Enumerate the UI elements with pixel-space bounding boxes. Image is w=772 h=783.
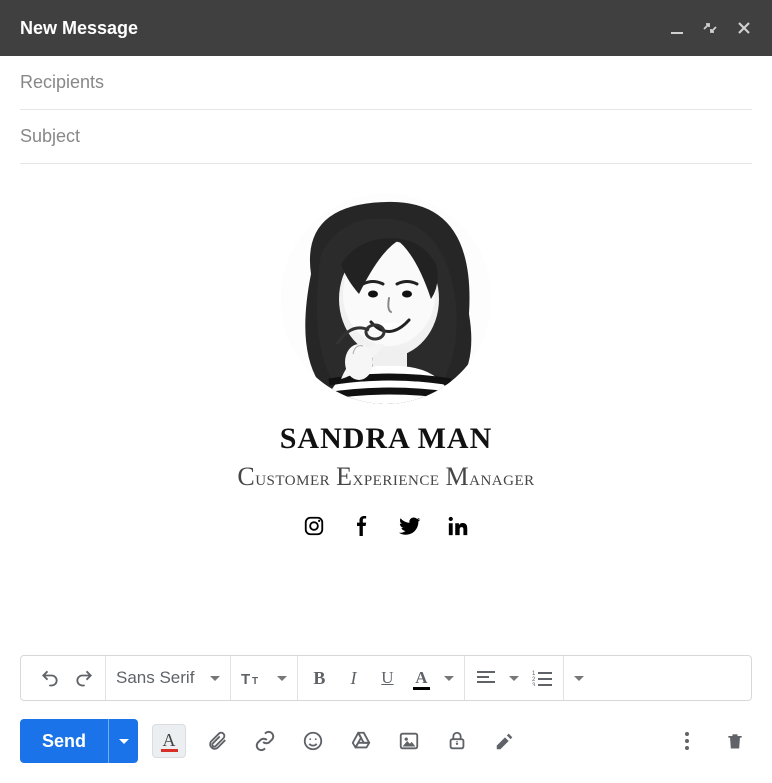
more-format-caret[interactable]	[574, 676, 584, 681]
signature-social-row	[20, 514, 752, 538]
linkedin-icon[interactable]	[446, 514, 470, 538]
recipients-field[interactable]: Recipients	[20, 56, 752, 110]
compose-body[interactable]: SANDRA MAN Customer Experience Manager	[0, 164, 772, 548]
subject-field[interactable]: Subject	[20, 110, 752, 164]
undo-button[interactable]	[39, 663, 61, 693]
signature-name: SANDRA MAN	[20, 422, 752, 456]
bold-button[interactable]: B	[308, 663, 330, 693]
align-button[interactable]	[475, 663, 497, 693]
header-controls	[670, 20, 752, 36]
insert-photo-button[interactable]	[392, 724, 426, 758]
compose-fields: Recipients Subject	[0, 56, 772, 164]
instagram-icon[interactable]	[302, 514, 326, 538]
insert-signature-button[interactable]	[488, 724, 522, 758]
svg-text:3: 3	[532, 683, 536, 686]
send-row: Send A	[20, 719, 752, 763]
attach-file-button[interactable]	[200, 724, 234, 758]
header-title: New Message	[20, 18, 138, 39]
font-size-button[interactable]: TT	[241, 663, 265, 693]
bottom-area: Sans Serif TT B I U A 123	[0, 655, 772, 783]
send-button-label[interactable]: Send	[20, 719, 108, 763]
restore-button[interactable]	[702, 20, 718, 36]
formatting-toggle-button[interactable]: A	[152, 724, 186, 758]
insert-emoji-button[interactable]	[296, 724, 330, 758]
font-select-caret[interactable]	[210, 676, 220, 681]
redo-button[interactable]	[73, 663, 95, 693]
confidential-mode-button[interactable]	[440, 724, 474, 758]
facebook-icon[interactable]	[350, 514, 374, 538]
text-color-button[interactable]: A	[410, 663, 432, 693]
insert-drive-button[interactable]	[344, 724, 378, 758]
list-button[interactable]: 123	[531, 663, 553, 693]
text-color-caret[interactable]	[444, 676, 454, 681]
underline-button[interactable]: U	[376, 663, 398, 693]
signature-avatar	[281, 194, 491, 404]
signature-title: Customer Experience Manager	[20, 462, 752, 492]
minimize-button[interactable]	[670, 21, 684, 35]
svg-text:T: T	[252, 676, 258, 687]
close-button[interactable]	[736, 20, 752, 36]
italic-button[interactable]: I	[342, 663, 364, 693]
compose-header: New Message	[0, 0, 772, 56]
align-caret[interactable]	[509, 676, 519, 681]
more-options-button[interactable]	[670, 724, 704, 758]
font-size-caret[interactable]	[277, 676, 287, 681]
send-options-button[interactable]	[108, 719, 138, 763]
svg-text:T: T	[241, 671, 250, 688]
insert-link-button[interactable]	[248, 724, 282, 758]
twitter-icon[interactable]	[398, 514, 422, 538]
discard-draft-button[interactable]	[718, 724, 752, 758]
font-select[interactable]: Sans Serif	[116, 668, 198, 688]
send-button[interactable]: Send	[20, 719, 138, 763]
format-toolbar: Sans Serif TT B I U A 123	[20, 655, 752, 701]
